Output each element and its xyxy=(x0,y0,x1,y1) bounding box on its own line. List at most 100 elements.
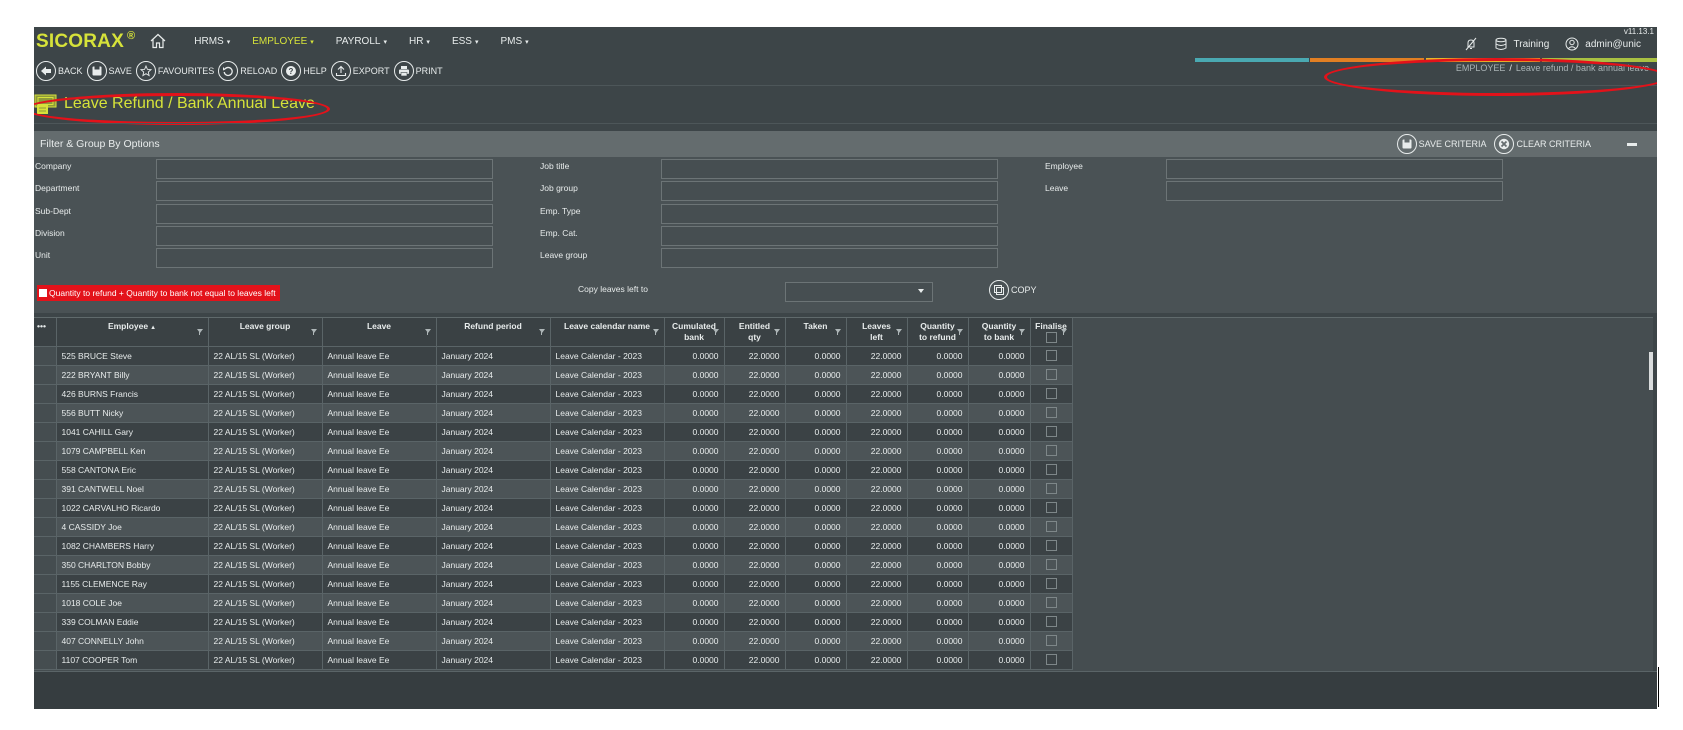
table-row[interactable]: 407 CONNELLY John 22 AL/15 SL (Worker) Ann… xyxy=(34,631,1073,651)
table-row[interactable]: 222 BRYANT Billy 22 AL/15 SL (Worker) Annu… xyxy=(34,365,1073,385)
mismatch-filter-checkbox[interactable]: Quantity to refund + Quantity to bank no… xyxy=(37,285,280,301)
cell-qty-refund[interactable]: 0.0000 xyxy=(907,631,969,651)
column-header-refund-period[interactable]: Refund period xyxy=(436,318,551,347)
finalise-checkbox[interactable] xyxy=(1045,558,1057,570)
cell-qty-bank[interactable]: 0.0000 xyxy=(968,384,1031,404)
finalise-checkbox[interactable] xyxy=(1045,539,1057,551)
table-row[interactable]: 426 BURNS Francis 22 AL/15 SL (Worker) Ann… xyxy=(34,384,1073,404)
table-row[interactable]: 339 COLMAN Eddie 22 AL/15 SL (Worker) Annu… xyxy=(34,612,1073,632)
cell-qty-bank[interactable]: 0.0000 xyxy=(968,631,1031,651)
cell-qty-bank[interactable]: 0.0000 xyxy=(968,365,1031,385)
cell-qty-refund[interactable]: 0.0000 xyxy=(907,403,969,423)
cell-qty-refund[interactable]: 0.0000 xyxy=(907,650,969,670)
cell-qty-bank[interactable]: 0.0000 xyxy=(968,517,1031,537)
cell-qty-refund[interactable]: 0.0000 xyxy=(907,346,969,366)
cell-qty-refund[interactable]: 0.0000 xyxy=(907,479,969,499)
nav-hrms[interactable]: HRMS ▾ xyxy=(183,36,241,47)
cell-qty-bank[interactable]: 0.0000 xyxy=(968,555,1031,575)
breadcrumb-section[interactable]: EMPLOYEE xyxy=(1456,63,1506,73)
finalise-checkbox[interactable] xyxy=(1045,387,1057,399)
filter-input-job-title[interactable] xyxy=(661,159,998,179)
finalise-checkbox[interactable] xyxy=(1045,596,1057,608)
filter-input-department[interactable] xyxy=(156,181,493,202)
filter-input-company[interactable] xyxy=(156,159,493,179)
copy-leaves-select[interactable] xyxy=(785,282,933,302)
export-button[interactable]: EXPORT xyxy=(330,61,390,81)
cell-qty-bank[interactable]: 0.0000 xyxy=(968,498,1031,518)
clear-criteria-button[interactable]: CLEAR CRITERIA xyxy=(1494,134,1591,154)
column-filter-icon[interactable] xyxy=(424,329,431,335)
column-filter-icon[interactable] xyxy=(1018,329,1025,335)
filter-input-emp-type[interactable] xyxy=(661,203,998,224)
scrollbar-thumb[interactable] xyxy=(1649,352,1653,390)
finalise-checkbox[interactable] xyxy=(1045,406,1057,418)
cell-qty-bank[interactable]: 0.0000 xyxy=(968,403,1031,423)
finalise-checkbox[interactable] xyxy=(1045,634,1057,646)
print-button[interactable]: PRINT xyxy=(393,61,443,81)
table-row[interactable]: 1022 CARVALHO Ricardo 22 AL/15 SL (Worker… xyxy=(34,498,1073,518)
column-header-employee[interactable]: Employee ▲ xyxy=(56,318,209,347)
finalise-checkbox[interactable] xyxy=(1045,444,1057,456)
table-row[interactable]: 1079 CAMPBELL Ken 22 AL/15 SL (Worker) Ann… xyxy=(34,441,1073,461)
cell-qty-bank[interactable]: 0.0000 xyxy=(968,479,1031,499)
finalise-checkbox[interactable] xyxy=(1045,577,1057,589)
column-header-cumulated-bank[interactable]: Cumulated bank xyxy=(664,318,725,347)
finalise-checkbox[interactable] xyxy=(1045,615,1057,627)
nav-employee[interactable]: EMPLOYEE ▾ xyxy=(241,36,325,47)
column-filter-icon[interactable] xyxy=(773,329,780,335)
column-filter-icon[interactable] xyxy=(652,329,659,335)
cell-qty-refund[interactable]: 0.0000 xyxy=(907,384,969,404)
reload-button[interactable]: RELOAD xyxy=(218,61,277,81)
user-menu[interactable]: admin@unic xyxy=(1565,37,1641,51)
table-row[interactable]: 1041 CAHILL Gary 22 AL/15 SL (Worker) Annu… xyxy=(34,422,1073,442)
finalise-checkbox[interactable] xyxy=(1045,482,1057,494)
table-row[interactable]: 4 CASSIDY Joe 22 AL/15 SL (Worker) Annual … xyxy=(34,517,1073,537)
filter-input-emp-cat[interactable] xyxy=(661,225,998,246)
column-header-leave[interactable]: Leave xyxy=(322,318,437,347)
cell-qty-bank[interactable]: 0.0000 xyxy=(968,650,1031,670)
cell-qty-refund[interactable]: 0.0000 xyxy=(907,612,969,632)
finalise-checkbox[interactable] xyxy=(1045,368,1057,380)
cell-qty-refund[interactable]: 0.0000 xyxy=(907,517,969,537)
column-filter-icon[interactable] xyxy=(895,329,902,335)
finalise-checkbox[interactable] xyxy=(1045,520,1057,532)
nav-hr[interactable]: HR ▾ xyxy=(398,36,441,47)
column-header-quantity-to-bank[interactable]: Quantity to bank xyxy=(968,318,1031,347)
cell-qty-refund[interactable]: 0.0000 xyxy=(907,422,969,442)
cell-qty-bank[interactable]: 0.0000 xyxy=(968,441,1031,461)
save-criteria-button[interactable]: SAVE CRITERIA xyxy=(1396,134,1486,154)
column-filter-icon[interactable] xyxy=(196,329,203,335)
finalise-checkbox[interactable] xyxy=(1045,349,1057,361)
filter-input-job-group[interactable] xyxy=(661,181,998,202)
vertical-scrollbar[interactable] xyxy=(1649,318,1653,671)
cell-qty-refund[interactable]: 0.0000 xyxy=(907,498,969,518)
notifications-toggle[interactable] xyxy=(1464,37,1478,51)
cell-qty-refund[interactable]: 0.0000 xyxy=(907,441,969,461)
column-filter-icon[interactable] xyxy=(712,329,719,335)
cell-qty-bank[interactable]: 0.0000 xyxy=(968,460,1031,480)
column-filter-icon[interactable] xyxy=(834,329,841,335)
column-header-quantity-to-refund[interactable]: Quantity to refund xyxy=(907,318,969,347)
favourites-button[interactable]: FAVOURITES xyxy=(135,61,214,81)
nav-ess[interactable]: ESS ▾ xyxy=(441,36,490,47)
collapse-panel-button[interactable] xyxy=(1627,142,1637,146)
column-header-finalise[interactable]: Finalise xyxy=(1030,318,1073,347)
finalise-checkbox[interactable] xyxy=(1045,653,1057,665)
logo[interactable]: SICORAX ® xyxy=(36,30,135,53)
finalise-checkbox[interactable] xyxy=(1045,501,1057,513)
back-button[interactable]: BACK xyxy=(36,61,83,81)
cell-qty-bank[interactable]: 0.0000 xyxy=(968,536,1031,556)
nav-payroll[interactable]: PAYROLL ▾ xyxy=(325,36,398,47)
help-button[interactable]: ? HELP xyxy=(281,61,327,81)
cell-qty-bank[interactable]: 0.0000 xyxy=(968,422,1031,442)
cell-qty-refund[interactable]: 0.0000 xyxy=(907,460,969,480)
table-row[interactable]: 558 CANTONA Eric 22 AL/15 SL (Worker) Annu… xyxy=(34,460,1073,480)
select-all-checkbox[interactable] xyxy=(1045,332,1057,343)
cell-qty-bank[interactable]: 0.0000 xyxy=(968,346,1031,366)
filter-input-sub-dept[interactable] xyxy=(156,203,493,224)
table-row[interactable]: 525 BRUCE Steve 22 AL/15 SL (Worker) Annua… xyxy=(34,346,1073,366)
filter-input-leave-group[interactable] xyxy=(661,248,998,269)
finalise-checkbox[interactable] xyxy=(1045,425,1057,437)
cell-qty-refund[interactable]: 0.0000 xyxy=(907,536,969,556)
cell-qty-refund[interactable]: 0.0000 xyxy=(907,365,969,385)
